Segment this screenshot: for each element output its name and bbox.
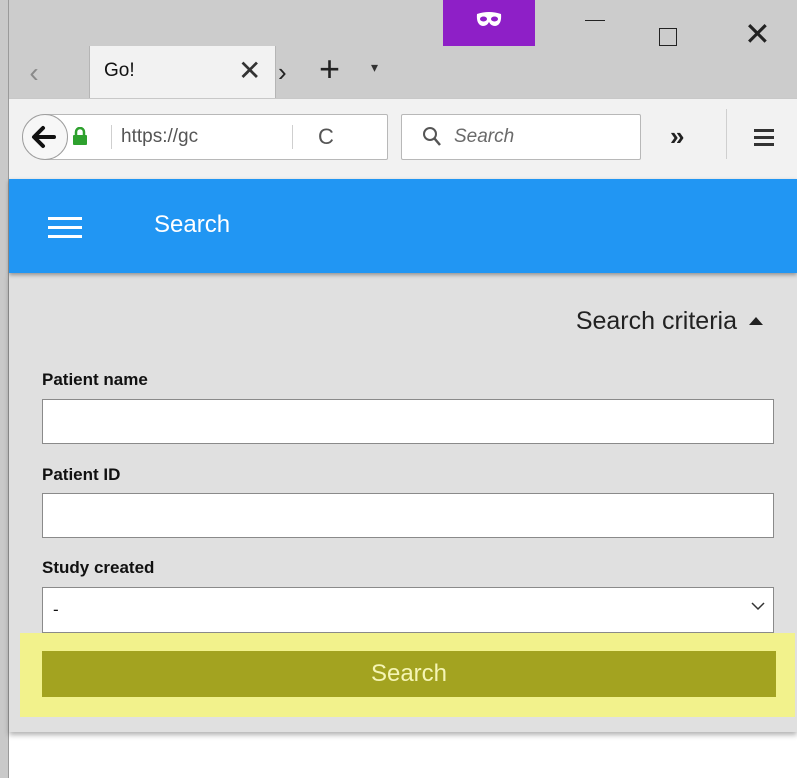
search-criteria-toggle[interactable]: Search criteria <box>576 307 763 336</box>
tab-list-icon[interactable]: ▾ <box>371 59 378 76</box>
back-button[interactable] <box>22 114 68 160</box>
collapse-arrow-icon <box>749 317 763 325</box>
lock-icon <box>73 127 87 145</box>
browser-toolbar: https://gc C Search » <box>9 98 797 179</box>
search-placeholder: Search <box>454 126 515 147</box>
overflow-icon[interactable]: » <box>670 123 684 149</box>
maximize-button[interactable] <box>659 28 677 46</box>
study-created-label: Study created <box>42 558 155 577</box>
private-mask-icon <box>443 0 535 46</box>
tab-title: Go! <box>104 60 135 81</box>
url-separator-2 <box>292 125 293 149</box>
page-content: Search Search criteria Patient name Pati… <box>9 179 797 778</box>
new-tab-icon[interactable]: + <box>319 50 340 88</box>
back-arrow-icon <box>32 126 56 148</box>
window-close-button[interactable]: ✕ <box>744 18 771 50</box>
browser-titlebar: ‹ Go! ✕ › + ▾ ✕ <box>9 0 797 98</box>
patient-id-input[interactable] <box>42 493 774 538</box>
toolbar-separator <box>726 109 727 159</box>
chevron-down-icon <box>751 602 765 611</box>
study-created-select[interactable]: - <box>42 587 774 633</box>
tab-scroll-right-icon[interactable]: › <box>278 57 287 88</box>
browser-search-input[interactable]: Search <box>401 114 641 160</box>
app-bar: Search <box>9 179 797 273</box>
study-created-value: - <box>53 600 59 619</box>
window-frame-left <box>0 0 9 778</box>
reload-icon[interactable]: C <box>318 124 334 150</box>
search-criteria-panel: Search criteria Patient name Patient ID … <box>9 273 797 732</box>
menu-icon[interactable] <box>754 129 774 150</box>
url-separator <box>111 125 112 149</box>
tab-close-icon[interactable]: ✕ <box>238 54 261 88</box>
search-icon <box>423 127 441 146</box>
patient-name-input[interactable] <box>42 399 774 444</box>
minimize-button[interactable] <box>585 20 605 21</box>
url-bar[interactable]: https://gc C <box>45 114 388 160</box>
patient-id-label: Patient ID <box>42 465 121 484</box>
search-criteria-label: Search criteria <box>575 307 737 335</box>
patient-name-label: Patient name <box>42 370 148 389</box>
page-title: Search <box>154 211 231 238</box>
tab-scroll-left-button[interactable]: ‹ <box>9 50 59 96</box>
mask-glyph <box>476 12 502 26</box>
hamburger-icon[interactable] <box>48 217 82 244</box>
browser-tab-active[interactable]: Go! ✕ <box>89 46 276 98</box>
search-button[interactable]: Search <box>42 651 776 697</box>
url-text[interactable]: https://gc <box>121 126 198 148</box>
